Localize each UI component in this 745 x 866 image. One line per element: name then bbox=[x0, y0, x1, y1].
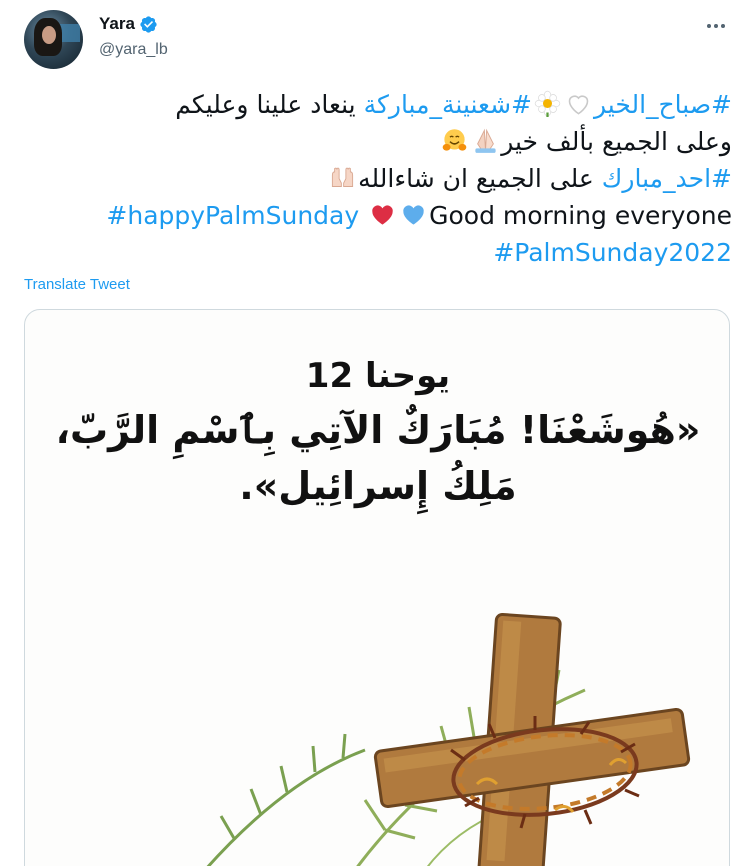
hashtag-link[interactable]: #صباح_الخير bbox=[594, 90, 732, 119]
avatar[interactable] bbox=[24, 10, 83, 69]
hashtag-link[interactable]: #شعنينة_مباركة bbox=[364, 90, 532, 119]
tweet-header: Yara @yara_lb bbox=[24, 8, 730, 70]
translate-tweet-link[interactable]: Translate Tweet bbox=[24, 276, 130, 293]
hashtag-link[interactable]: #happyPalmSunday bbox=[106, 201, 359, 230]
tweet-text-segment: على الجميع ان شاءالله bbox=[358, 164, 602, 193]
name-row: Yara bbox=[99, 14, 158, 34]
more-dot-icon bbox=[721, 24, 725, 28]
tweet-text-segment bbox=[359, 201, 367, 230]
user-handle[interactable]: @yara_lb bbox=[99, 41, 168, 59]
tweet-text-line: #صباح_الخير #شعنينة_مباركة ينعاد علينا وع… bbox=[20, 86, 732, 123]
tweet-text-segment: Good morning everyone bbox=[429, 201, 732, 230]
white-heart-icon bbox=[568, 95, 589, 115]
daisy-icon bbox=[534, 90, 561, 117]
folded-hands-icon bbox=[475, 128, 496, 153]
cross-icon bbox=[373, 612, 691, 866]
raised-palms-icon bbox=[332, 167, 354, 187]
display-name[interactable]: Yara bbox=[99, 14, 135, 34]
hashtag-link[interactable]: #PalmSunday2022 bbox=[493, 238, 732, 267]
hugging-face-icon bbox=[442, 129, 467, 151]
tweet-text: #صباح_الخير #شعنينة_مباركة ينعاد علينا وع… bbox=[20, 86, 732, 271]
tweet-text-line: وعلى الجميع بألف خير bbox=[20, 123, 732, 160]
tweet-text-line: #happyPalmSunday Good morning everyone bbox=[20, 197, 732, 234]
more-dot-icon bbox=[707, 24, 711, 28]
avatar-face bbox=[42, 26, 56, 44]
more-dot-icon bbox=[714, 24, 718, 28]
tweet-text-segment: ينعاد علينا وعليكم bbox=[175, 90, 364, 119]
more-options-button[interactable] bbox=[704, 14, 728, 38]
hashtag-link[interactable]: #احد_مبارك bbox=[602, 164, 732, 193]
tweet-text-line: #PalmSunday2022 bbox=[20, 234, 732, 271]
tweet-text-line: #احد_مبارك على الجميع ان شاءالله bbox=[20, 160, 732, 197]
tweet-text-segment: وعلى الجميع بألف خير bbox=[501, 127, 732, 156]
tweet-media-image[interactable]: يوحنا 12 «هُوشَعْنَا! مُبَارَكٌ الآتِي ب… bbox=[24, 309, 730, 866]
red-heart-icon bbox=[372, 205, 393, 225]
cross-illustration bbox=[206, 612, 691, 866]
verified-badge-icon bbox=[140, 15, 157, 33]
blue-heart-icon bbox=[403, 205, 424, 225]
